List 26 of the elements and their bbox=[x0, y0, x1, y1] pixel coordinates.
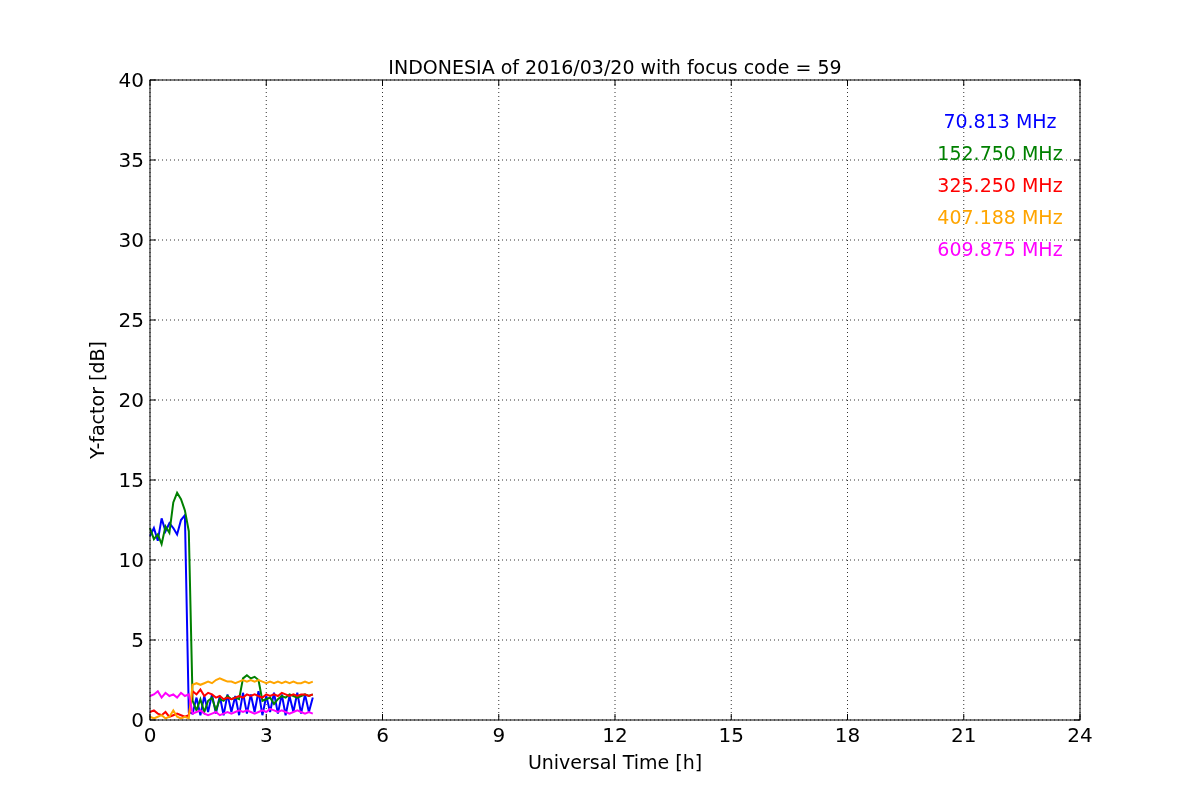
legend-label: 407.188 MHz bbox=[937, 206, 1063, 228]
chart-title: INDONESIA of 2016/03/20 with focus code = 59 bbox=[388, 56, 842, 78]
x-tick-label: 24 bbox=[1067, 723, 1093, 747]
y-tick-label: 40 bbox=[118, 68, 144, 92]
y-tick-label: 15 bbox=[118, 468, 144, 492]
x-tick-label: 12 bbox=[602, 723, 628, 747]
x-tick-label: 21 bbox=[951, 723, 977, 747]
x-tick-label: 15 bbox=[718, 723, 744, 747]
x-tick-label: 6 bbox=[376, 723, 389, 747]
y-tick-label: 10 bbox=[118, 548, 144, 572]
y-tick-label: 30 bbox=[118, 228, 144, 252]
y-tick-label: 25 bbox=[118, 308, 144, 332]
legend-label: 325.250 MHz bbox=[937, 174, 1063, 196]
y-tick-label: 35 bbox=[118, 148, 144, 172]
y-tick-label: 20 bbox=[118, 388, 144, 412]
y-tick-label: 5 bbox=[131, 628, 144, 652]
y-axis-label: Y-factor [dB] bbox=[86, 341, 108, 459]
x-tick-label: 9 bbox=[492, 723, 506, 747]
x-axis-label: Universal Time [h] bbox=[527, 751, 703, 773]
x-tick-label: 18 bbox=[834, 723, 861, 747]
legend-label: 70.813 MHz bbox=[943, 110, 1057, 132]
x-tick-label: 0 bbox=[143, 723, 157, 747]
legend-label: 609.875 MHz bbox=[937, 238, 1063, 260]
x-tick-label: 3 bbox=[259, 723, 273, 747]
y-tick-label: 0 bbox=[131, 708, 144, 732]
legend-label: 152.750 MHz bbox=[937, 142, 1063, 164]
